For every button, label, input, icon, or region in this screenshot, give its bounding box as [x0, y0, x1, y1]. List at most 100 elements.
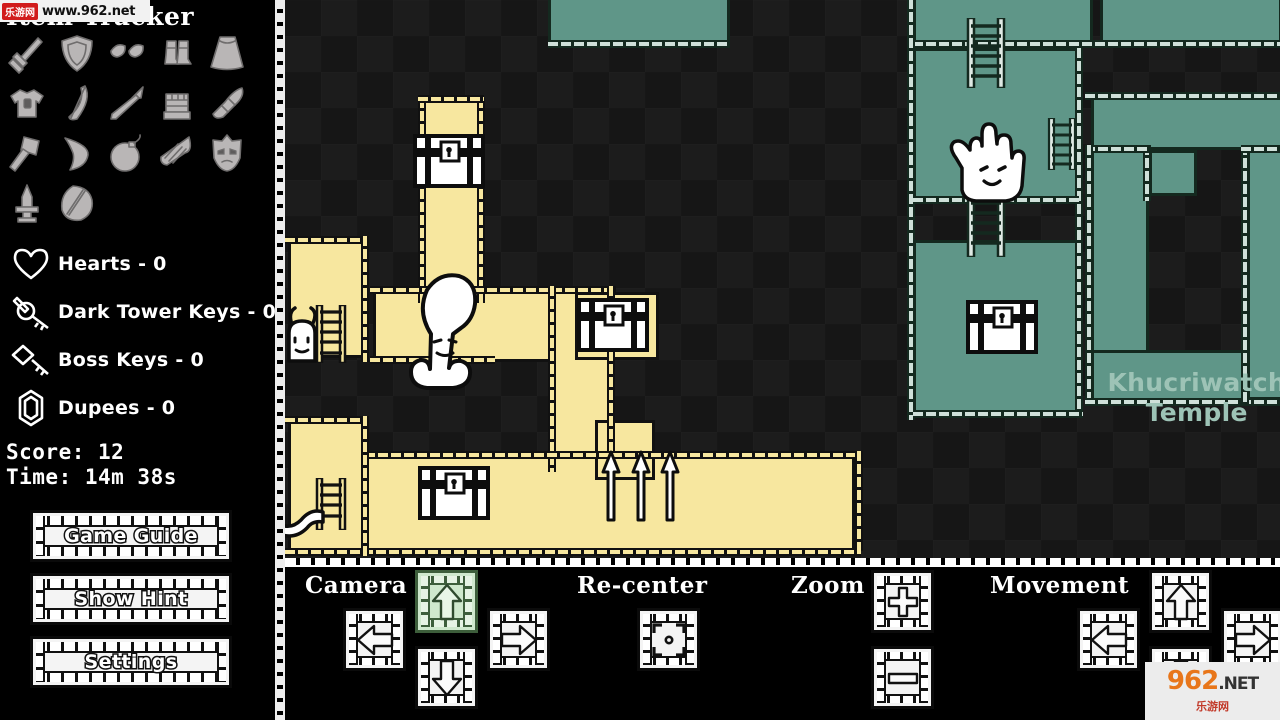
camera-left-button[interactable] [343, 608, 406, 671]
mirror-shield-item[interactable] [52, 178, 101, 227]
arrow-right-icon [1224, 611, 1280, 668]
recenter-icon [640, 611, 697, 668]
button-edge-right [217, 516, 226, 556]
hammer-item[interactable] [2, 128, 51, 177]
temple-room-east-right[interactable] [1247, 150, 1280, 400]
gauntlet-item[interactable] [152, 78, 201, 127]
movement-controls: Movement [985, 558, 1280, 720]
temple-wall [548, 40, 730, 48]
temple-room-east-upper[interactable] [1091, 96, 1280, 150]
game-guide-button-label: Game Guide [63, 524, 199, 549]
boots-item[interactable] [152, 28, 201, 77]
camera-right-button[interactable] [487, 608, 550, 671]
movement-label: Movement [990, 572, 1130, 599]
ladder-icon[interactable] [1047, 116, 1077, 174]
player-avatar[interactable] [403, 268, 487, 394]
boomerang-item[interactable] [52, 128, 101, 177]
zoom-label: Zoom [791, 572, 865, 599]
chest-icon[interactable] [966, 300, 1038, 358]
arrow-down-icon [1152, 649, 1209, 706]
item-tracker-sidebar: Item Tracker Hearts - 0 Dark Tower Keys … [0, 0, 285, 720]
bow-item[interactable] [52, 78, 101, 127]
camera-label: Camera [305, 572, 408, 599]
chest-icon[interactable] [577, 298, 649, 356]
game-guide-button[interactable]: Game Guide [30, 510, 232, 562]
stat-dark-tower-keys-label: Dark Tower Keys - 0 [58, 301, 277, 323]
horn-item[interactable] [202, 78, 251, 127]
dark-tower-key-icon [4, 292, 58, 332]
chest-icon[interactable] [418, 466, 490, 524]
stat-dupees-label: Dupees - 0 [58, 397, 176, 419]
temple-wall [907, 0, 915, 420]
button-edge-right [217, 579, 226, 619]
leaf-pair-item[interactable] [102, 28, 151, 77]
temple-wall [1241, 145, 1280, 153]
score-block: Score: 12 Time: 14m 38s [6, 440, 177, 490]
button-edge-right [217, 642, 226, 682]
camera-down-button[interactable] [415, 646, 478, 709]
spike-trap-icon [659, 450, 681, 526]
recenter-label: Re-center [577, 572, 708, 599]
ladder-icon[interactable] [965, 16, 1007, 92]
button-edge-left [36, 642, 45, 682]
plus-icon [874, 573, 931, 630]
item-grid [2, 28, 257, 227]
arrow-left-icon [346, 611, 403, 668]
arrow-left-icon [1080, 611, 1137, 668]
movement-left-button[interactable] [1077, 608, 1140, 671]
gem-icon [4, 388, 58, 428]
arrow-item[interactable] [102, 78, 151, 127]
corridor-wall [361, 236, 369, 362]
game-window: Item Tracker Hearts - 0 Dark Tower Keys … [0, 0, 1280, 720]
sword-item[interactable] [2, 28, 51, 77]
region-label-line2: Temple [1145, 398, 1248, 427]
corridor-wall [855, 451, 863, 551]
tunic-item[interactable] [2, 78, 51, 127]
score-value: Score: 12 [6, 440, 125, 464]
zoom-in-button[interactable] [871, 570, 934, 633]
movement-right-button[interactable] [1221, 608, 1280, 671]
movement-up-button[interactable] [1149, 570, 1212, 633]
harp-item[interactable] [152, 128, 201, 177]
dagger-item[interactable] [2, 178, 51, 227]
stat-dupees: Dupees - 0 [4, 384, 280, 432]
hand-cursor-avatar[interactable] [940, 108, 1040, 212]
stat-dark-tower-keys: Dark Tower Keys - 0 [4, 288, 280, 336]
shield-item[interactable] [52, 28, 101, 77]
settings-button[interactable]: Settings [30, 636, 232, 688]
control-bar: Camera Re-center Zoom Movement [285, 558, 1280, 720]
temple-wall [1075, 48, 1083, 418]
corridor-wall [285, 548, 861, 556]
recenter-controls: Re-center [565, 558, 785, 720]
button-edge-left [36, 579, 45, 619]
arrow-up-icon [418, 573, 475, 630]
stat-hearts-label: Hearts - 0 [58, 253, 167, 275]
show-hint-button-label: Show Hint [73, 587, 189, 612]
npc-avatar[interactable] [285, 305, 335, 377]
region-label-line1: Khucriwatch [1107, 368, 1280, 397]
cape-item[interactable] [202, 28, 251, 77]
minus-icon [874, 649, 931, 706]
bomb-item[interactable] [102, 128, 151, 177]
stats-list: Hearts - 0 Dark Tower Keys - 0 Boss Keys… [4, 240, 280, 432]
corridor-wall [285, 236, 369, 244]
spike-trap-icon [630, 450, 652, 526]
chest-icon[interactable] [413, 134, 485, 192]
camera-up-button[interactable] [415, 570, 478, 633]
time-value: Time: 14m 38s [6, 465, 177, 489]
movement-down-button[interactable] [1149, 646, 1212, 709]
page-title: Item Tracker [6, 2, 195, 31]
temple-room-east-ring[interactable] [1149, 150, 1197, 196]
mask-item[interactable] [202, 128, 251, 177]
corridor-wall [285, 416, 369, 424]
arrow-right-icon [490, 611, 547, 668]
temple-wall [1085, 145, 1093, 405]
corridor-wall [418, 95, 484, 103]
zoom-out-button[interactable] [871, 646, 934, 709]
recenter-button[interactable] [637, 608, 700, 671]
arrow-down-icon [418, 649, 475, 706]
boss-key-icon [4, 340, 58, 380]
show-hint-button[interactable]: Show Hint [30, 573, 232, 625]
temple-wall [1143, 145, 1151, 201]
dungeon-map[interactable]: Khucriwatch Temple [285, 0, 1280, 558]
